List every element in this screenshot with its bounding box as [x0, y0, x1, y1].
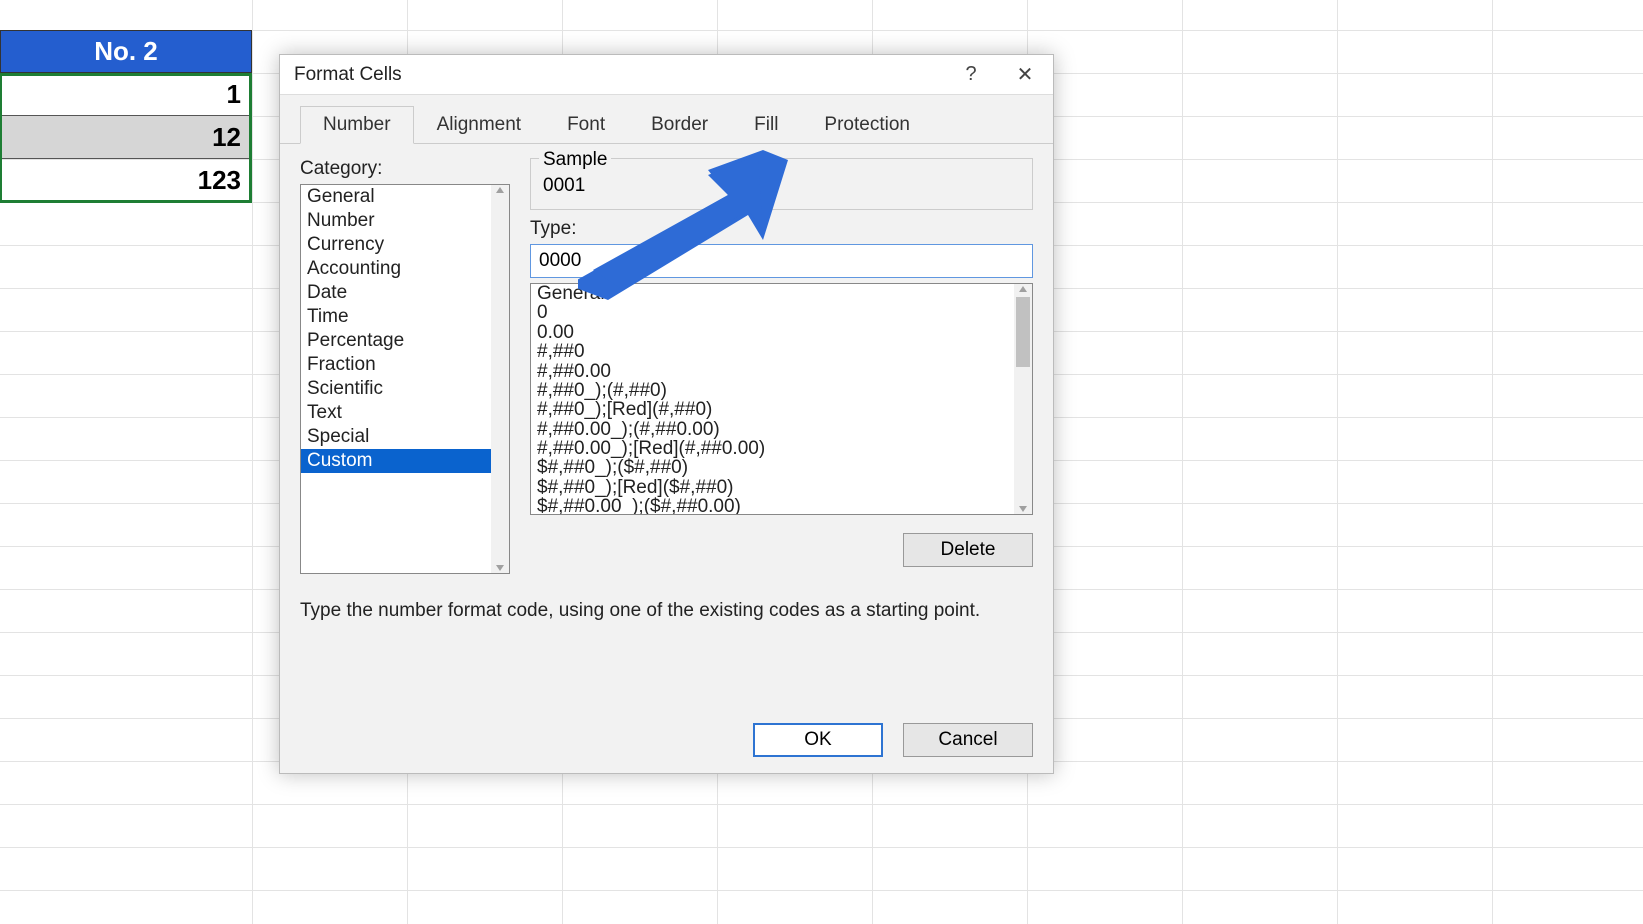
- category-item[interactable]: Time: [301, 305, 509, 329]
- category-item[interactable]: General: [301, 185, 509, 209]
- scrollbar-thumb[interactable]: [1016, 297, 1030, 367]
- category-item[interactable]: Date: [301, 281, 509, 305]
- format-item[interactable]: #,##0.00_);[Red](#,##0.00): [531, 439, 1032, 458]
- help-icon[interactable]: ?: [957, 61, 985, 89]
- format-item[interactable]: General: [531, 284, 1032, 303]
- tab-alignment[interactable]: Alignment: [414, 106, 545, 144]
- chevron-down-icon[interactable]: [495, 563, 505, 573]
- category-item[interactable]: Special: [301, 425, 509, 449]
- chevron-up-icon[interactable]: [1018, 284, 1028, 294]
- tab-fill[interactable]: Fill: [731, 106, 801, 144]
- cell-a3[interactable]: 12: [0, 116, 252, 159]
- type-label: Type:: [530, 218, 1033, 240]
- dialog-title: Format Cells: [294, 64, 402, 86]
- cell-a4[interactable]: 123: [0, 159, 252, 202]
- chevron-down-icon[interactable]: [1018, 504, 1028, 514]
- format-item[interactable]: 0: [531, 303, 1032, 322]
- format-item[interactable]: $#,##0_);($#,##0): [531, 458, 1032, 477]
- format-cells-dialog: Format Cells ? ✕ Number Alignment Font B…: [279, 54, 1054, 774]
- tab-border[interactable]: Border: [628, 106, 731, 144]
- format-item[interactable]: #,##0_);[Red](#,##0): [531, 400, 1032, 419]
- ok-button[interactable]: OK: [753, 723, 883, 757]
- category-list[interactable]: General Number Currency Accounting Date …: [300, 184, 510, 574]
- type-list-scrollbar[interactable]: [1014, 284, 1032, 514]
- tab-protection[interactable]: Protection: [801, 106, 933, 144]
- category-item[interactable]: Fraction: [301, 353, 509, 377]
- type-format-list[interactable]: General 0 0.00 #,##0 #,##0.00 #,##0_);(#…: [530, 283, 1033, 515]
- dialog-titlebar: Format Cells ? ✕: [280, 55, 1053, 95]
- category-item[interactable]: Currency: [301, 233, 509, 257]
- type-input[interactable]: [530, 244, 1033, 278]
- tab-number[interactable]: Number: [300, 106, 414, 144]
- chevron-up-icon[interactable]: [495, 185, 505, 195]
- category-scrollbar[interactable]: [491, 185, 509, 573]
- category-item[interactable]: Scientific: [301, 377, 509, 401]
- category-item[interactable]: Number: [301, 209, 509, 233]
- sample-value: 0001: [543, 169, 1020, 197]
- cancel-button[interactable]: Cancel: [903, 723, 1033, 757]
- dialog-tabs: Number Alignment Font Border Fill Protec…: [280, 95, 1053, 144]
- category-item[interactable]: Text: [301, 401, 509, 425]
- category-label: Category:: [300, 158, 510, 180]
- format-item[interactable]: $#,##0.00_);($#,##0.00): [531, 497, 1032, 515]
- hint-text: Type the number format code, using one o…: [300, 600, 1033, 622]
- format-item[interactable]: $#,##0_);[Red]($#,##0): [531, 478, 1032, 497]
- format-item[interactable]: #,##0.00_);(#,##0.00): [531, 420, 1032, 439]
- format-item[interactable]: #,##0_);(#,##0): [531, 381, 1032, 400]
- format-item[interactable]: #,##0: [531, 342, 1032, 361]
- tab-font[interactable]: Font: [544, 106, 628, 144]
- category-item[interactable]: Percentage: [301, 329, 509, 353]
- sample-label: Sample: [539, 149, 611, 171]
- format-item[interactable]: #,##0.00: [531, 362, 1032, 381]
- sample-box: Sample 0001: [530, 158, 1033, 210]
- format-item[interactable]: 0.00: [531, 323, 1032, 342]
- category-item[interactable]: Accounting: [301, 257, 509, 281]
- column-header-cell[interactable]: No. 2: [0, 30, 252, 73]
- delete-button[interactable]: Delete: [903, 533, 1033, 567]
- close-icon[interactable]: ✕: [1011, 61, 1039, 89]
- cell-a2[interactable]: 1: [0, 73, 252, 116]
- category-item-selected[interactable]: Custom: [301, 449, 509, 473]
